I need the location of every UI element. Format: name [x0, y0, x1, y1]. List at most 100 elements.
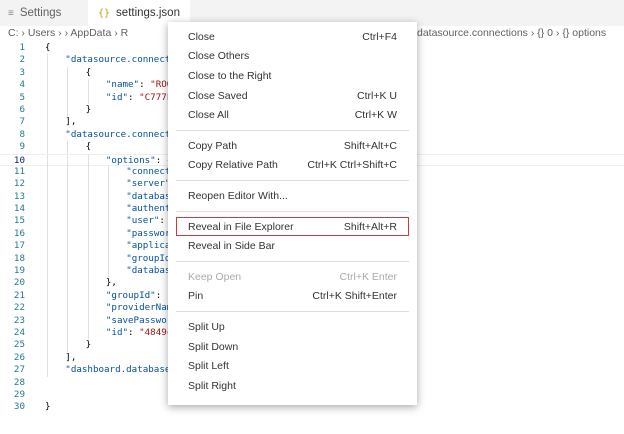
menu-item-close-others[interactable]: Close Others [168, 47, 417, 67]
breadcrumb-tail[interactable]: datasource.connections › {} 0 › {} optio… [417, 27, 606, 39]
menu-item-shortcut: Ctrl+K Ctrl+Shift+C [307, 159, 397, 172]
indent-guide [67, 326, 69, 340]
line-number: 11 [13, 165, 25, 177]
menu-item-label: Keep Open [188, 270, 242, 283]
indent-guide [47, 128, 48, 142]
menu-item-label: Close Saved [188, 89, 248, 102]
line-number: 6 [19, 103, 25, 115]
indent-guide [47, 314, 48, 327]
line-number: 28 [13, 376, 25, 388]
code-token: } [85, 339, 92, 351]
code-token: "id" [105, 91, 129, 103]
code-text: ], [65, 352, 76, 364]
code-text: } [86, 339, 92, 351]
indent-guide [87, 203, 89, 216]
line-number: 20 [13, 277, 25, 289]
tab-context-menu: Close Ctrl+F4 Close Others Close to the Rig… [168, 22, 417, 405]
menu-item-close-all[interactable]: Close All Ctrl+K W [168, 105, 417, 125]
indent-guide [87, 227, 89, 241]
code-token: "id" [105, 326, 129, 338]
menu-item-close-to-the-right[interactable]: Close to the Right [168, 66, 417, 86]
code-token: } [45, 401, 51, 413]
code-text: }, [106, 277, 117, 289]
line-number: 16 [13, 227, 25, 239]
menu-item-label: Split Right [188, 379, 236, 392]
line-number: 12 [13, 178, 25, 190]
indent-guide [67, 277, 69, 290]
indent-guide [107, 265, 109, 278]
indent-guide [47, 240, 48, 253]
tab-label: Settings [19, 7, 62, 19]
line-number: 22 [13, 302, 25, 314]
menu-item-close[interactable]: Close Ctrl+F4 [168, 27, 417, 47]
menu-item-reveal-in-file-explorer[interactable]: Reveal in File Explorer Shift+Alt+R [176, 216, 409, 237]
tab-settings[interactable]: ≡ Settings [0, 0, 88, 26]
menu-item-label: Close [188, 30, 215, 43]
indent-guide [87, 302, 89, 315]
indent-guide [87, 165, 89, 179]
indent-guide [107, 190, 109, 204]
code-text: { [86, 67, 92, 79]
indent-guide [47, 302, 48, 315]
line-number: 13 [13, 190, 25, 202]
indent-guide [67, 227, 69, 241]
menu-item-split-up[interactable]: Split Up [168, 317, 417, 337]
code-text: } [45, 401, 51, 413]
code-text: "dashboard.database.w [65, 364, 181, 376]
indent-guide [87, 215, 89, 228]
code-token: { [85, 141, 92, 153]
menu-item-reveal-in-side-bar[interactable]: Reveal in Side Bar [168, 236, 417, 256]
line-number: 1 [19, 42, 25, 53]
line-number: 24 [13, 326, 25, 338]
code-token: : [128, 91, 140, 103]
indent-guide [107, 240, 109, 253]
indent-guide [67, 190, 69, 204]
menu-item-close-saved[interactable]: Close Saved Ctrl+K U [168, 86, 417, 106]
code-token: : [128, 326, 140, 338]
line-number: 14 [13, 203, 25, 215]
menu-item-label: Split Up [188, 320, 225, 333]
breadcrumb[interactable]: C: › Users › › AppData › R [8, 27, 128, 39]
menu-item-pin[interactable]: Pin Ctrl+K Shift+Enter [168, 287, 417, 307]
menu-item-label: Reveal in File Explorer [188, 220, 294, 233]
line-number: 23 [13, 314, 25, 326]
indent-guide [47, 364, 48, 377]
menu-separator [176, 260, 409, 262]
line-number: 25 [13, 339, 25, 351]
indent-guide [47, 227, 48, 241]
menu-item-label: Close Others [188, 50, 250, 63]
code-token: ], [65, 351, 77, 363]
menu-item-shortcut: Ctrl+K Shift+Enter [312, 290, 397, 303]
indent-guide [67, 165, 69, 179]
indent-guide [67, 178, 69, 191]
menu-item-split-down[interactable]: Split Down [168, 337, 417, 357]
menu-item-copy-relative-path[interactable]: Copy Relative Path Ctrl+K Ctrl+Shift+C [168, 156, 417, 176]
code-token: "user" [126, 215, 160, 227]
indent-guide [67, 265, 69, 278]
indent-guide [107, 227, 109, 241]
menu-item-shortcut: Shift+Alt+R [343, 220, 397, 233]
indent-guide [47, 252, 48, 266]
code-text: { [45, 42, 51, 54]
line-number: 4 [19, 79, 25, 91]
indent-guide [67, 91, 69, 104]
menu-item-split-right[interactable]: Split Right [168, 376, 417, 396]
menu-item-split-left[interactable]: Split Left [168, 356, 417, 376]
indent-guide [47, 79, 48, 92]
line-number: 15 [13, 215, 25, 227]
indent-guide [67, 302, 69, 315]
code-token: "groupId" [105, 289, 156, 301]
indent-guide [47, 277, 48, 290]
indent-guide [47, 66, 48, 80]
indent-guide [107, 252, 109, 266]
indent-guide [47, 339, 48, 352]
code-token: : [155, 289, 167, 301]
line-number: 29 [13, 388, 25, 400]
indent-guide [67, 215, 69, 228]
indent-guide [67, 141, 69, 154]
indent-guide [87, 265, 89, 278]
menu-item-label: Copy Path [188, 139, 238, 152]
menu-item-copy-path[interactable]: Copy Path Shift+Alt+C [168, 136, 417, 156]
menu-item-reopen-editor-with[interactable]: Reopen Editor With... [168, 186, 417, 206]
indent-guide [47, 265, 48, 278]
